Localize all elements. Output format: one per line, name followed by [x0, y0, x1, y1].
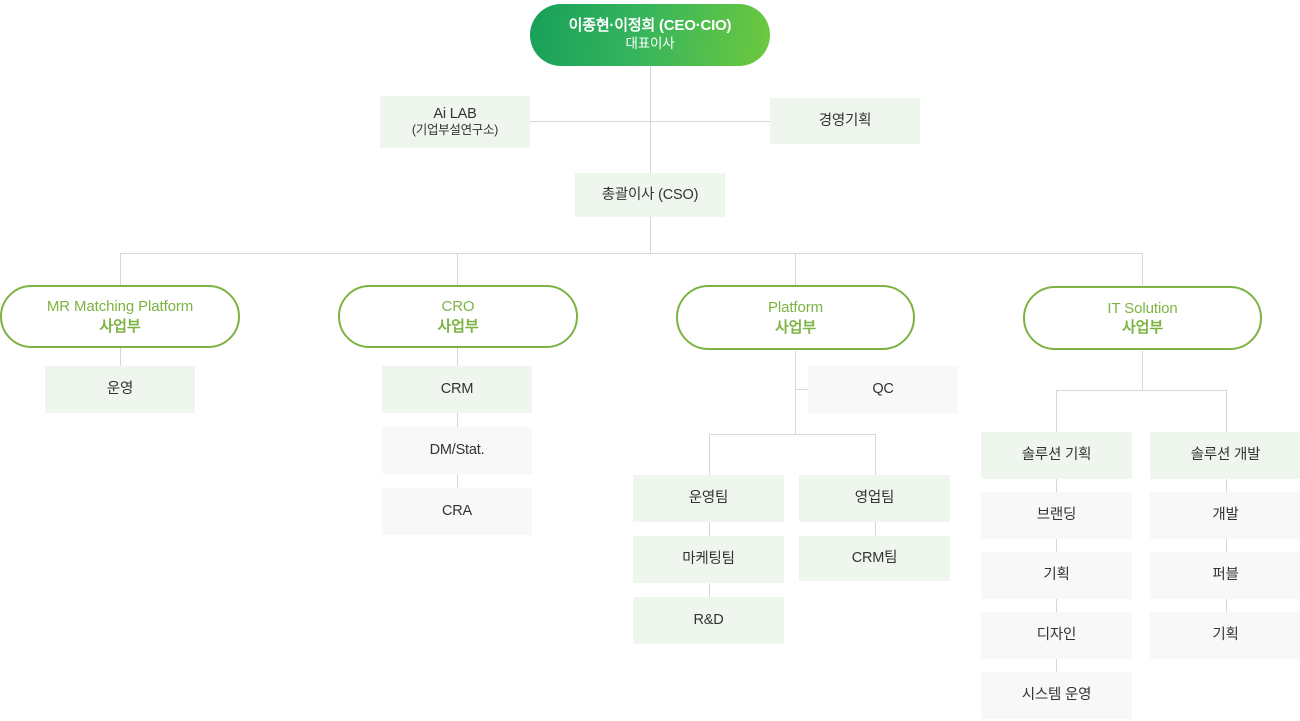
- division-cro-suffix: 사업부: [437, 317, 479, 335]
- division-platform-suffix: 사업부: [774, 318, 817, 336]
- platform-c0-i1-label: 마케팅팀: [682, 551, 735, 568]
- node-cso[interactable]: 총괄이사 (CSO): [575, 173, 725, 217]
- ai-lab-label: Ai LAB: [433, 106, 477, 123]
- cro-child-0-label: CRM: [440, 381, 474, 398]
- node-platform-c1-i0[interactable]: 영업팀: [799, 475, 950, 522]
- it-c0-i3-label: 디자인: [1036, 627, 1077, 644]
- connector-platform-to-qc: [795, 389, 808, 390]
- mr-child-0-label: 운영: [106, 381, 134, 398]
- connector-it-stem: [1142, 351, 1143, 390]
- connector-it-c1-b: [1056, 539, 1057, 553]
- node-ceo[interactable]: 이종현·이정희 (CEO·CIO) 대표이사: [530, 4, 770, 66]
- connector-cro-to-child: [457, 348, 458, 366]
- connector-drop-platform: [795, 253, 796, 285]
- node-platform-c0-i1[interactable]: 마케팅팀: [633, 536, 784, 583]
- connector-staff-bus: [530, 121, 770, 122]
- it-c1-i3-label: 기획: [1212, 627, 1239, 644]
- division-platform-name: Platform: [767, 299, 824, 316]
- node-it-c1-i1[interactable]: 개발: [1150, 492, 1300, 539]
- division-it-suffix: 사업부: [1121, 319, 1164, 336]
- node-cro-child-1[interactable]: DM/Stat.: [382, 427, 532, 474]
- connector-it-c1-a: [1056, 479, 1057, 493]
- connector-mr-to-child: [120, 348, 121, 366]
- node-platform-c1-i1[interactable]: CRM팀: [799, 536, 950, 581]
- node-division-mr-matching-platform[interactable]: MR Matching Platform 사업부: [0, 285, 240, 348]
- it-c1-i0-label: 솔루션 개발: [1190, 447, 1261, 464]
- connector-cro-dm-cra: [457, 474, 458, 488]
- node-cro-child-0[interactable]: CRM: [382, 366, 532, 413]
- connector-platform-stem: [795, 351, 796, 434]
- connector-it-c2-b: [1226, 539, 1227, 553]
- it-c0-i1-label: 브랜딩: [1036, 507, 1077, 524]
- division-mr-name: MR Matching Platform: [46, 298, 194, 315]
- connector-it-c2-c: [1226, 599, 1227, 613]
- node-division-it-solution[interactable]: IT Solution 사업부: [1023, 286, 1262, 350]
- connector-platform-drop-col1: [709, 434, 710, 475]
- connector-platform-c1-a: [709, 522, 710, 536]
- connector-it-drop-col1: [1056, 390, 1057, 432]
- connector-platform-c1-b: [709, 583, 710, 597]
- node-platform-c0-i0[interactable]: 운영팀: [633, 475, 784, 522]
- node-it-c0-i4[interactable]: 시스템 운영: [981, 672, 1132, 719]
- platform-qc-label: QC: [872, 381, 894, 398]
- it-c0-i2-label: 기획: [1043, 567, 1070, 584]
- node-management-planning[interactable]: 경영기획: [770, 98, 920, 144]
- node-it-c0-i0[interactable]: 솔루션 기획: [981, 432, 1132, 479]
- connector-cro-crm-dm: [457, 413, 458, 427]
- node-it-c1-i3[interactable]: 기획: [1150, 612, 1300, 659]
- connector-it-c1-c: [1056, 599, 1057, 613]
- division-it-name: IT Solution: [1107, 299, 1178, 317]
- node-ai-lab[interactable]: Ai LAB (기업부설연구소): [380, 96, 530, 148]
- connector-it-drop-col2: [1226, 390, 1227, 432]
- it-c0-i0-label: 솔루션 기획: [1021, 447, 1092, 464]
- cso-label: 총괄이사 (CSO): [601, 186, 699, 203]
- node-platform-qc[interactable]: QC: [808, 366, 958, 413]
- node-division-platform[interactable]: Platform 사업부: [676, 285, 915, 350]
- division-mr-suffix: 사업부: [99, 317, 141, 335]
- node-it-c0-i1[interactable]: 브랜딩: [981, 492, 1132, 539]
- connector-platform-drop-col2: [875, 434, 876, 475]
- it-c1-i2-label: 퍼블: [1212, 567, 1239, 584]
- it-c0-i4-label: 시스템 운영: [1021, 687, 1092, 704]
- connector-drop-cro: [457, 253, 458, 285]
- connector-cso-stem: [650, 217, 651, 254]
- connector-it-c1-d: [1056, 659, 1057, 673]
- ceo-position: 대표이사: [625, 35, 675, 51]
- node-cro-child-2[interactable]: CRA: [382, 488, 532, 535]
- connector-platform-c2-a: [875, 522, 876, 536]
- cro-child-1-label: DM/Stat.: [429, 442, 485, 459]
- node-it-c0-i3[interactable]: 디자인: [981, 612, 1132, 659]
- connector-division-bus: [120, 253, 1143, 254]
- ai-lab-sublabel: (기업부설연구소): [411, 123, 499, 138]
- connector-ceo-stem: [650, 66, 651, 174]
- management-planning-label: 경영기획: [818, 112, 872, 129]
- connector-platform-bus: [709, 434, 876, 435]
- it-c1-i1-label: 개발: [1212, 507, 1239, 524]
- node-mr-child-0[interactable]: 운영: [45, 366, 195, 413]
- platform-c1-i1-label: CRM팀: [851, 550, 898, 567]
- node-division-cro[interactable]: CRO 사업부: [338, 285, 578, 348]
- connector-drop-mr: [120, 253, 121, 285]
- cro-child-2-label: CRA: [441, 503, 472, 520]
- connector-it-c2-a: [1226, 479, 1227, 493]
- node-it-c1-i2[interactable]: 퍼블: [1150, 552, 1300, 599]
- node-platform-c0-i2[interactable]: R&D: [633, 597, 784, 644]
- node-it-c1-i0[interactable]: 솔루션 개발: [1150, 432, 1300, 479]
- division-cro-name: CRO: [441, 298, 475, 315]
- platform-c0-i0-label: 운영팀: [688, 490, 729, 507]
- platform-c1-i0-label: 영업팀: [854, 490, 895, 507]
- node-it-c0-i2[interactable]: 기획: [981, 552, 1132, 599]
- connector-drop-it: [1142, 253, 1143, 285]
- connector-it-bus: [1056, 390, 1227, 391]
- org-chart: 이종현·이정희 (CEO·CIO) 대표이사 Ai LAB (기업부설연구소) …: [0, 0, 1300, 721]
- platform-c0-i2-label: R&D: [693, 612, 724, 629]
- ceo-name-title: 이종현·이정희 (CEO·CIO): [568, 17, 732, 35]
